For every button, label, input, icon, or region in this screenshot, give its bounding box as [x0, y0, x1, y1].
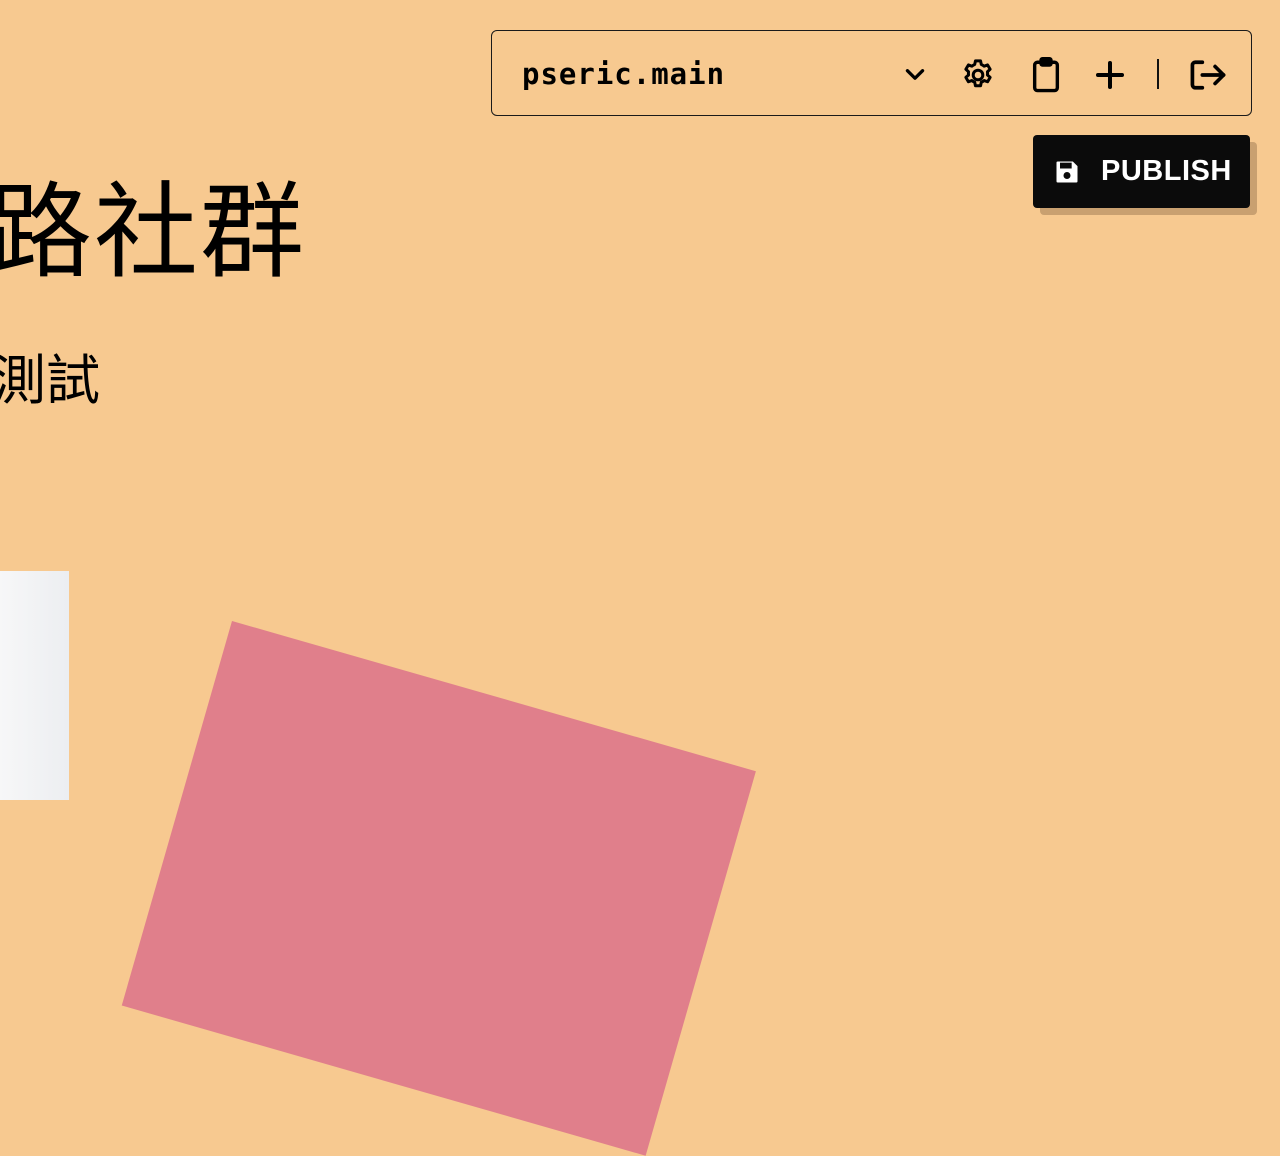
decorative-shape: [121, 621, 756, 1156]
publish-button[interactable]: PUBLISH: [1033, 135, 1250, 208]
chevron-down-icon: [905, 69, 925, 80]
plus-icon: [1096, 61, 1124, 89]
editor-toolbar: pseric.main: [491, 30, 1252, 116]
logout-button[interactable]: [1186, 53, 1230, 97]
toolbar-divider: [1157, 59, 1159, 89]
site-name: pseric.main: [522, 57, 726, 91]
page-title: 路社群: [0, 171, 307, 293]
clipboard-button[interactable]: [1024, 53, 1068, 97]
page-subtitle: 測試: [0, 349, 100, 412]
publish-button-label: PUBLISH: [1101, 155, 1232, 187]
clipboard-icon: [1032, 57, 1060, 93]
floppy-disk-icon: [1056, 161, 1078, 182]
content-card: [0, 571, 69, 800]
gear-icon: [964, 59, 992, 88]
logout-icon: [1190, 60, 1226, 90]
settings-button[interactable]: [956, 53, 1000, 97]
site-switcher-button[interactable]: [893, 53, 937, 97]
add-button[interactable]: [1088, 53, 1132, 97]
